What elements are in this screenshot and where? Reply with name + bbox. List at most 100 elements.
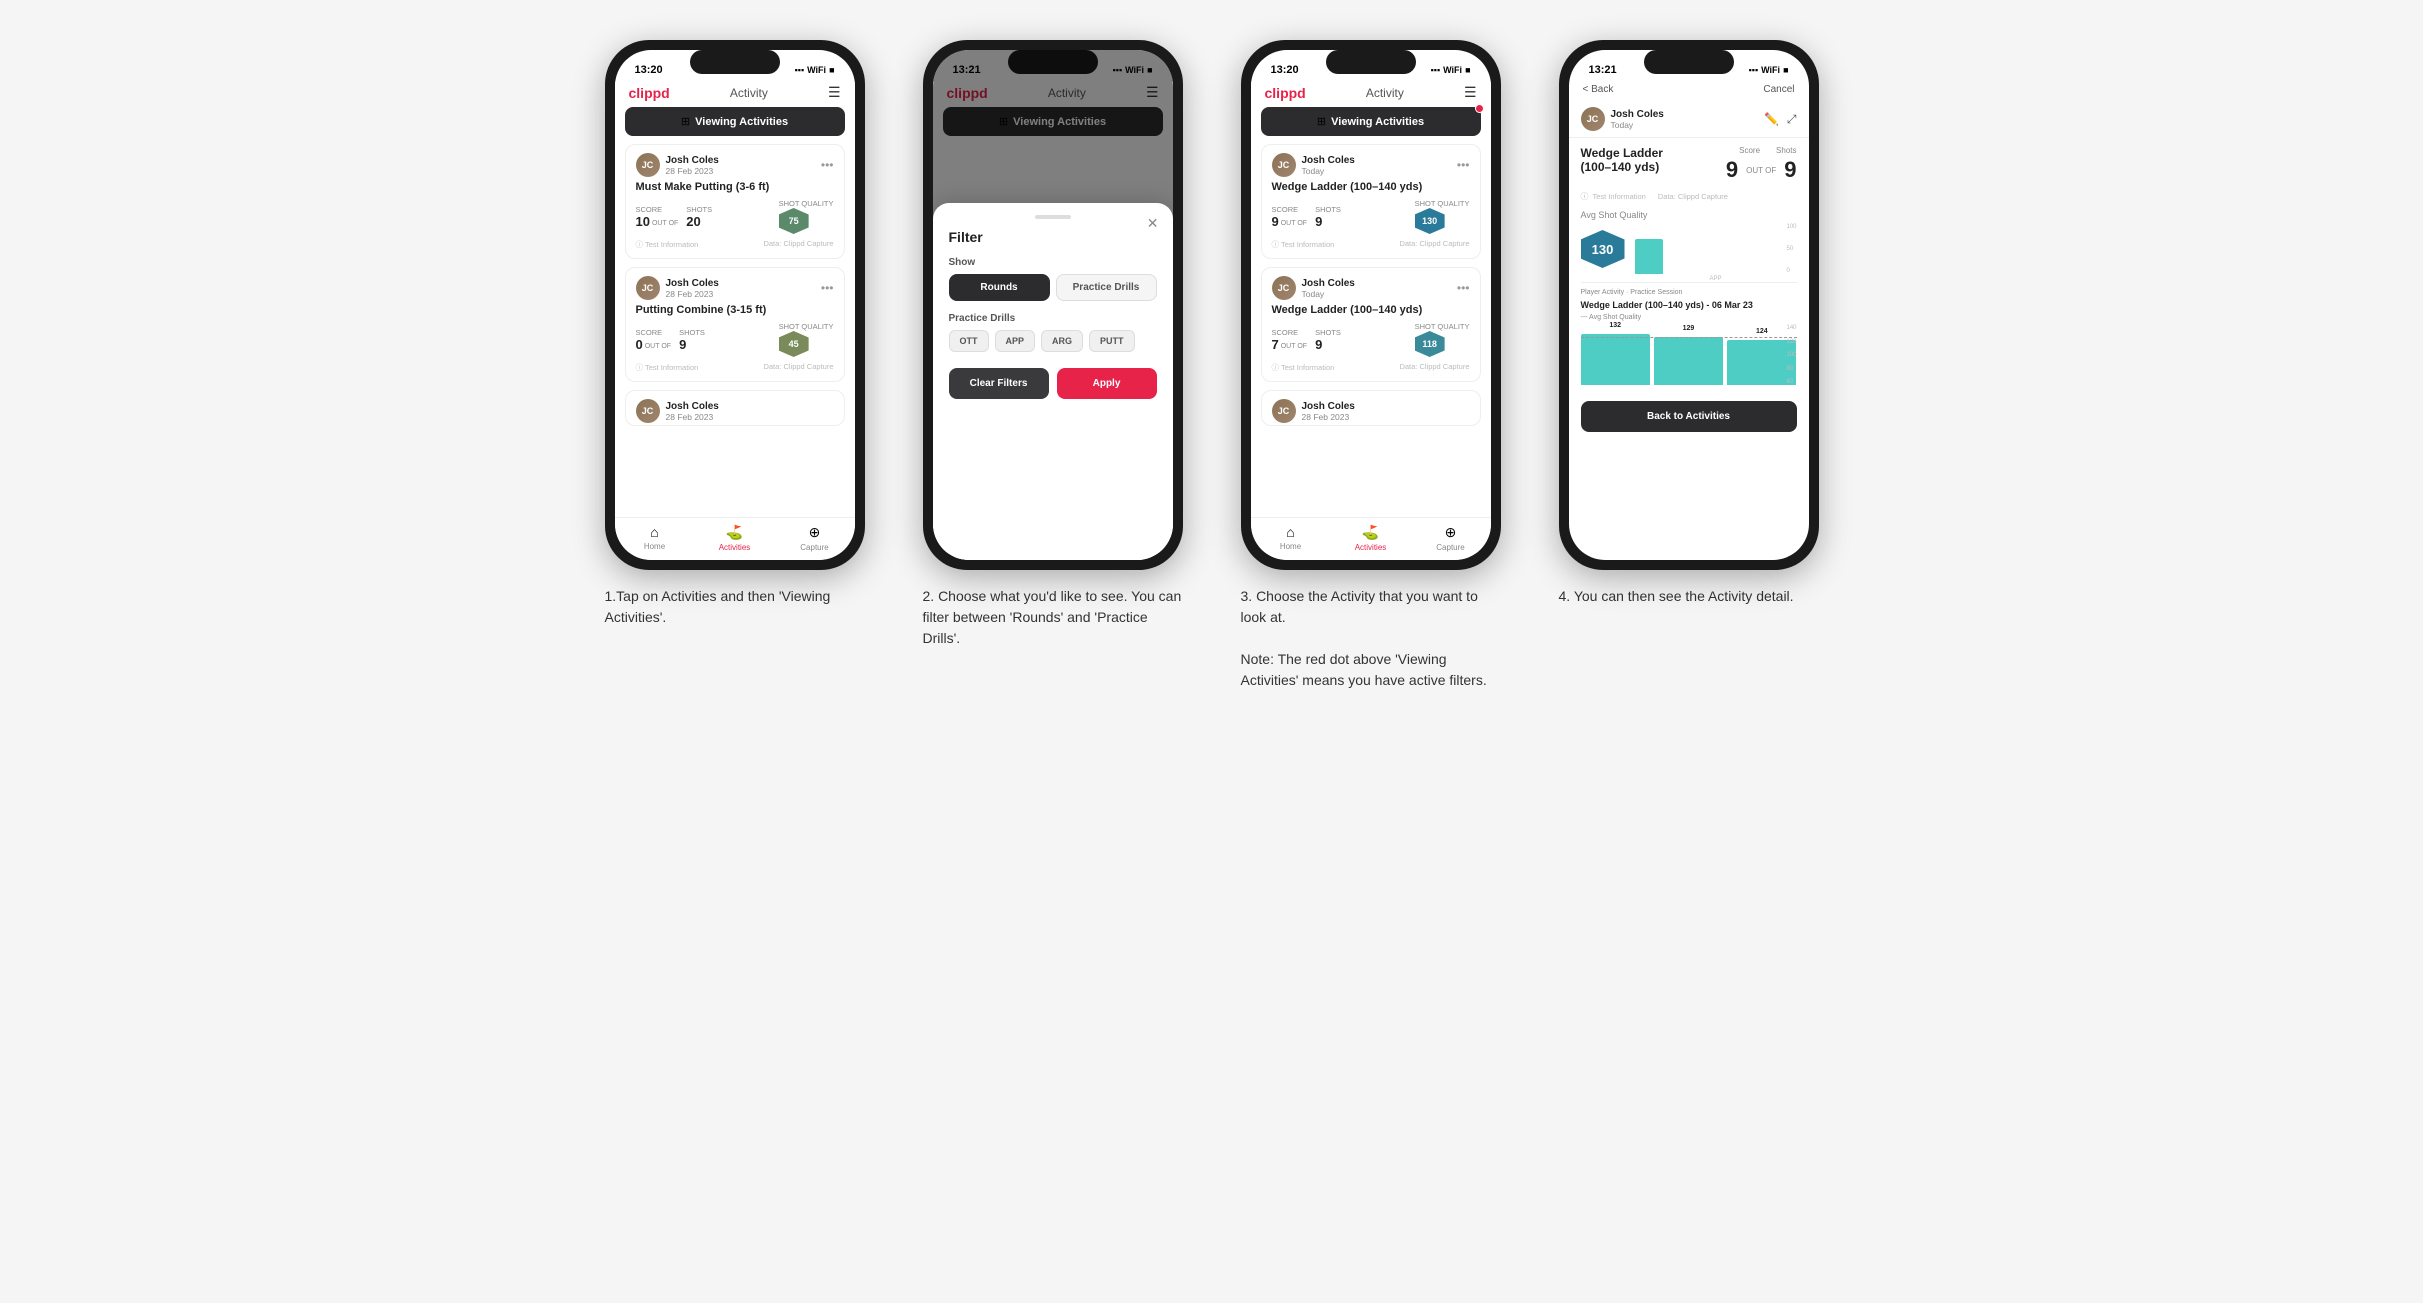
activity-card-1[interactable]: JC Josh Coles 28 Feb 2023 ••• Must Make … (625, 144, 845, 259)
status-icons-3: ▪▪▪ WiFi ■ (1431, 65, 1471, 75)
nav-home-1[interactable]: ⌂ Home (615, 524, 695, 552)
user-name-3-1: Josh Coles (1302, 155, 1355, 166)
phone-notch-4 (1644, 50, 1734, 74)
caption-3: 3. Choose the Activity that you want to … (1241, 586, 1501, 691)
capture-icon-3: ⊕ (1445, 524, 1457, 541)
activity-card-3-1[interactable]: JC Josh Coles Today ••• Wedge Ladder (10… (1261, 144, 1481, 259)
battery-icon-4: ■ (1783, 65, 1788, 75)
activity-card-2[interactable]: JC Josh Coles 28 Feb 2023 ••• Putting Co… (625, 267, 845, 382)
mini-chart-bars: 100 50 0 APP (1635, 224, 1797, 274)
show-label: Show (949, 257, 1157, 268)
card-footer-2: ⓘ Test Information Data: Clippd Capture (636, 362, 834, 373)
activity-card-3-partial[interactable]: JC Josh Coles 28 Feb 2023 (625, 390, 845, 426)
card-info-3-2: ⓘ Test Information (1272, 362, 1335, 373)
sq-label-1: Shot Quality (779, 199, 834, 208)
detail-info2: Data: Clippd Capture (1658, 192, 1728, 201)
wifi-icon-4: WiFi (1761, 65, 1780, 75)
phone-3-col: 13:20 ▪▪▪ WiFi ■ clippd Activity ☰ (1226, 40, 1516, 691)
menu-icon-1[interactable]: ☰ (828, 84, 841, 101)
detail-shots-num: 9 (1784, 157, 1796, 183)
phone-2-frame: 13:21 ▪▪▪ WiFi ■ clippd Activity ☰ ⊞ (923, 40, 1183, 570)
expand-icon[interactable]: ⤢ (1787, 112, 1797, 127)
rounds-btn[interactable]: Rounds (949, 274, 1050, 301)
outof-2: OUT OF (645, 343, 671, 350)
status-icons-1: ▪▪▪ WiFi ■ (795, 65, 835, 75)
drill-app[interactable]: APP (995, 330, 1036, 352)
phone-1-col: 13:20 ▪▪▪ WiFi ■ clippd Activity ☰ (590, 40, 880, 628)
nav-capture-3[interactable]: ⊕ Capture (1411, 524, 1491, 552)
detail-user-date: Today (1611, 120, 1664, 130)
filter-title: Filter (949, 229, 1157, 245)
card-data-3-1: Data: Clippd Capture (1399, 239, 1469, 250)
more-dots-3-1[interactable]: ••• (1457, 158, 1470, 172)
activity-card-3-3[interactable]: JC Josh Coles 28 Feb 2023 (1261, 390, 1481, 426)
practice-drills-btn[interactable]: Practice Drills (1056, 274, 1157, 301)
user-info-3-3: Josh Coles 28 Feb 2023 (1302, 401, 1355, 422)
card-info-2: ⓘ Test Information (636, 362, 699, 373)
caption-4: 4. You can then see the Activity detail. (1559, 586, 1819, 607)
score-lbl-3-1: Score (1272, 205, 1308, 214)
mini-bar-1 (1635, 239, 1663, 274)
edit-icon[interactable]: ✏️ (1764, 112, 1779, 127)
card-title-1: Must Make Putting (3-6 ft) (636, 181, 834, 193)
phone-1-frame: 13:20 ▪▪▪ WiFi ■ clippd Activity ☰ (605, 40, 865, 570)
viewing-bar-1[interactable]: ⊞ Viewing Activities (625, 107, 845, 136)
nav-activities-1[interactable]: ⛳ Activities (695, 524, 775, 552)
score-v-3-1: 9 (1272, 214, 1279, 229)
avatar-2: JC (636, 276, 660, 300)
avg-shot-row: 130 100 50 0 APP (1581, 224, 1797, 274)
logo-text-3: clippd (1265, 85, 1306, 101)
detail-outof: OUT OF (1746, 166, 1776, 175)
detail-title-row: Wedge Ladder (100–140 yds) Score Shots 9… (1581, 146, 1797, 183)
y-120: 120 (1786, 339, 1796, 345)
card-user-3: JC Josh Coles 28 Feb 2023 (636, 399, 719, 423)
drill-putt[interactable]: PUTT (1089, 330, 1135, 352)
clear-filters-btn[interactable]: Clear Filters (949, 368, 1049, 399)
more-dots-1[interactable]: ••• (821, 158, 834, 172)
card-header-3-3: JC Josh Coles 28 Feb 2023 (1272, 399, 1470, 423)
filter-actions: Clear Filters Apply (949, 368, 1157, 399)
menu-icon-3[interactable]: ☰ (1464, 84, 1477, 101)
card-stats-1: Score 10 OUT OF Shots 20 (636, 199, 834, 234)
y-100: 100 (1786, 352, 1796, 358)
nav-capture-1[interactable]: ⊕ Capture (775, 524, 855, 552)
back-to-activities-btn[interactable]: Back to Activities (1581, 401, 1797, 432)
chart-x-label: APP (1709, 276, 1721, 282)
detail-info-row: ⓘ Test Information Data: Clippd Capture (1581, 191, 1797, 202)
user-name-3-3: Josh Coles (1302, 401, 1355, 412)
shots-lbl-3-2: Shots (1315, 328, 1341, 337)
bar-label-1: 132 (1609, 322, 1621, 329)
card-user-2: JC Josh Coles 28 Feb 2023 (636, 276, 719, 300)
score-section-2: Score 0 OUT OF (636, 328, 672, 352)
filter-close-icon[interactable]: ✕ (1147, 215, 1159, 232)
sq-section-1: Shot Quality 75 (779, 199, 834, 234)
status-time-4: 13:21 (1589, 64, 1617, 76)
nav-home-3[interactable]: ⌂ Home (1251, 524, 1331, 552)
score-label-1: Score (636, 205, 679, 214)
more-dots-2[interactable]: ••• (821, 281, 834, 295)
viewing-bar-3[interactable]: ⊞ Viewing Activities (1261, 107, 1481, 136)
user-info-3-2: Josh Coles Today (1302, 278, 1355, 299)
home-icon-1: ⌂ (650, 524, 658, 540)
detail-bar-chart: 132 129 124 (1581, 325, 1797, 385)
y-60: 60 (1786, 379, 1796, 385)
sq-badge-2: 45 (779, 331, 809, 357)
back-btn[interactable]: < Back (1583, 84, 1614, 95)
more-dots-3-2[interactable]: ••• (1457, 281, 1470, 295)
drill-arg[interactable]: ARG (1041, 330, 1083, 352)
bottom-nav-1: ⌂ Home ⛳ Activities ⊕ Capture (615, 517, 855, 560)
filter-icon-1: ⊞ (681, 115, 690, 128)
user-info-3: Josh Coles 28 Feb 2023 (666, 401, 719, 422)
drill-ott[interactable]: OTT (949, 330, 989, 352)
user-date-3-2: Today (1302, 289, 1355, 299)
score-lbl-4: Score (1739, 146, 1760, 155)
score-v-3-2: 7 (1272, 337, 1279, 352)
shots-v-3-2: 9 (1315, 337, 1341, 352)
phone-notch (690, 50, 780, 74)
nav-activities-3[interactable]: ⛳ Activities (1331, 524, 1411, 552)
cancel-btn[interactable]: Cancel (1763, 84, 1794, 95)
activity-card-3-2[interactable]: JC Josh Coles Today ••• Wedge Ladder (10… (1261, 267, 1481, 382)
detail-score-labels: Score Shots (1739, 146, 1796, 155)
detail-info1: Test Information (1593, 192, 1646, 201)
apply-btn[interactable]: Apply (1057, 368, 1157, 399)
